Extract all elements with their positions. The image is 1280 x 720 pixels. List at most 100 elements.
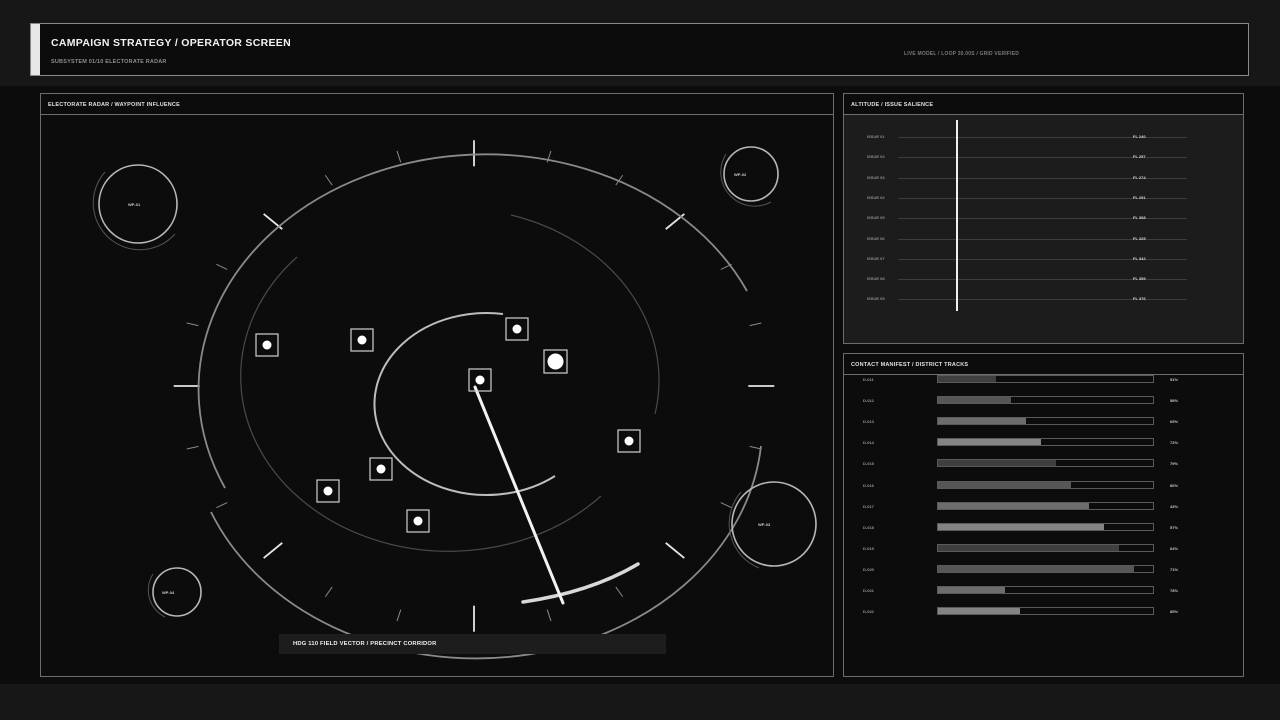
track-row[interactable]: D-019 64%	[844, 543, 1243, 554]
heading-callout-text: HDG 110 FIELD VECTOR / PRECINCT CORRIDOR	[293, 641, 437, 647]
compass-tick	[749, 322, 762, 327]
compass-tick	[216, 502, 228, 509]
track-row-percent: 79%	[1170, 461, 1179, 467]
compass-tick	[324, 586, 333, 598]
page-title: CAMPAIGN STRATEGY / OPERATOR SCREEN	[51, 37, 291, 49]
track-row-label: D-015	[863, 461, 874, 467]
track-row-bar	[937, 459, 1154, 468]
contact-marker[interactable]	[406, 509, 430, 533]
track-row[interactable]: D-014 72%	[844, 438, 1243, 448]
subsystem-label: SUBSYSTEM 01/10 ELECTORATE RADAR	[51, 59, 167, 65]
track-row-percent: 57%	[1170, 524, 1179, 530]
waypoint-label: WP-01	[128, 202, 141, 207]
track-row-label: D-016	[863, 482, 874, 488]
contact-marker[interactable]	[505, 317, 529, 341]
sweep-highlight-arc	[521, 562, 640, 604]
salience-row-value: FL 359	[1133, 276, 1146, 282]
track-row-fill	[938, 460, 1057, 467]
salience-row-value: FL 274	[1133, 174, 1146, 180]
contact-marker[interactable]	[255, 333, 279, 357]
track-row-bar	[937, 480, 1154, 489]
track-row-fill	[938, 587, 1005, 593]
compass-tick	[749, 445, 762, 450]
track-row-percent: 65%	[1170, 419, 1179, 425]
track-row[interactable]: D-017 43%	[844, 501, 1243, 512]
track-row-bar	[937, 417, 1154, 426]
radar-panel: ELECTORATE RADAR / WAYPOINT INFLUENCE WP…	[40, 93, 834, 677]
salience-row-label: ISSUE 05	[867, 215, 885, 221]
compass-tick	[396, 609, 402, 622]
compass-tick	[615, 586, 624, 598]
track-row-percent: 72%	[1170, 440, 1179, 446]
contact-marker-primary[interactable]	[543, 349, 568, 374]
salience-panel-header: ALTITUDE / ISSUE SALIENCE	[844, 94, 1243, 115]
track-row-bar	[937, 501, 1154, 510]
track-row-fill	[938, 397, 1012, 404]
bottom-band	[0, 684, 1280, 720]
track-row[interactable]: D-011 51%	[844, 375, 1243, 385]
track-row[interactable]: D-020 71%	[844, 564, 1243, 575]
track-row[interactable]: D-015 79%	[844, 459, 1243, 469]
salience-row: ISSUE 02 FL 257	[844, 153, 1243, 163]
manifest-panel-title: CONTACT MANIFEST / DISTRICT TRACKS	[851, 362, 969, 368]
salience-row-label: ISSUE 09	[867, 296, 885, 302]
compass-tick	[665, 542, 685, 559]
manifest-panel-header: CONTACT MANIFEST / DISTRICT TRACKS	[844, 354, 1243, 375]
salience-row: ISSUE 08 FL 359	[844, 275, 1243, 285]
contact-marker[interactable]	[468, 368, 492, 392]
waypoint-label: WP-02	[734, 172, 747, 177]
middle-ring-arc-right	[510, 214, 660, 415]
track-row-fill	[938, 439, 1042, 446]
salience-marker[interactable]	[956, 120, 958, 311]
track-row[interactable]: D-013 65%	[844, 417, 1243, 427]
track-row-label: D-012	[863, 398, 874, 404]
salience-row-value: FL 376	[1133, 296, 1146, 302]
radar-display[interactable]: WP-01 WP-02 WP-03 WP-04	[41, 94, 833, 676]
waypoint-wp-01[interactable]: WP-01	[92, 164, 178, 251]
waypoint-label: WP-04	[162, 590, 175, 595]
contact-marker[interactable]	[316, 479, 340, 503]
track-row-bar	[937, 586, 1154, 594]
salience-row-label: ISSUE 03	[867, 174, 885, 180]
track-row[interactable]: D-022 85%	[844, 607, 1243, 617]
track-row-percent: 51%	[1170, 377, 1179, 382]
track-row-label: D-020	[863, 566, 874, 572]
track-row[interactable]: D-016 86%	[844, 480, 1243, 491]
contact-marker[interactable]	[369, 457, 393, 481]
compass-tick	[263, 542, 283, 559]
track-row-fill	[938, 481, 1072, 488]
track-row-label: D-018	[863, 524, 874, 530]
track-row[interactable]: D-021 78%	[844, 586, 1243, 596]
compass-tick	[720, 502, 732, 509]
track-row-label: D-021	[863, 588, 874, 593]
track-row-label: D-011	[863, 377, 874, 382]
salience-row-value: FL 291	[1133, 194, 1146, 200]
waypoint-wp-04[interactable]: WP-04	[147, 567, 202, 618]
outer-ring-arc-left	[197, 153, 748, 489]
track-row-percent: 64%	[1170, 545, 1179, 551]
track-row-label: D-014	[863, 440, 874, 446]
track-row[interactable]: D-018 57%	[844, 522, 1243, 533]
waypoint-wp-02[interactable]: WP-02	[720, 146, 779, 207]
track-row-fill	[938, 523, 1104, 530]
contact-marker[interactable]	[350, 328, 374, 352]
salience-row-label: ISSUE 07	[867, 255, 885, 261]
track-row[interactable]: D-012 58%	[844, 396, 1243, 406]
header-accent	[31, 24, 40, 75]
contact-marker[interactable]	[617, 429, 641, 453]
track-row-bar	[937, 375, 1154, 383]
compass-tick	[396, 150, 402, 163]
track-row-fill	[938, 565, 1134, 572]
waypoint-wp-03[interactable]: WP-03	[728, 481, 817, 569]
compass-tick	[546, 609, 552, 622]
track-row-bar	[937, 522, 1154, 531]
salience-row: ISSUE 05 FL 308	[844, 214, 1243, 224]
salience-row-value: FL 240	[1133, 134, 1146, 139]
salience-row-label: ISSUE 08	[867, 276, 885, 282]
salience-row: ISSUE 09 FL 376	[844, 295, 1243, 305]
salience-row-label: ISSUE 04	[867, 194, 885, 200]
waypoint-label: WP-03	[758, 522, 771, 527]
salience-row-label: ISSUE 06	[867, 235, 885, 241]
track-row-percent: 86%	[1170, 482, 1179, 488]
track-row-fill	[938, 502, 1089, 509]
